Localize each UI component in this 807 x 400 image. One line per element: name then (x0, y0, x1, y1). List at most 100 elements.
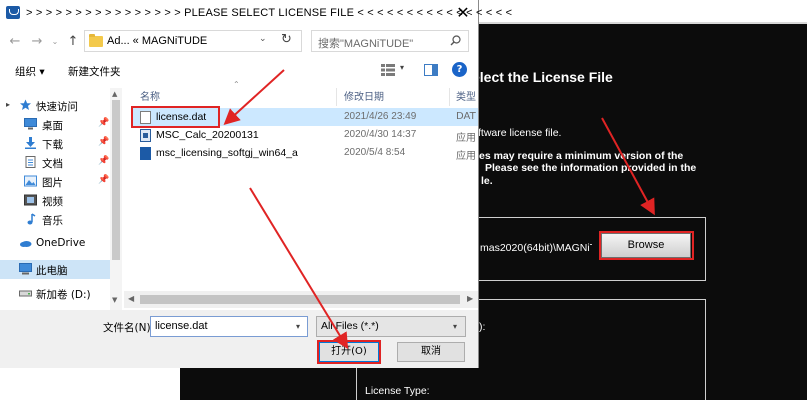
dialog-title: > > > > > > > > > > > > > > > > PLEASE S… (26, 7, 513, 19)
document-icon (25, 156, 36, 168)
help-icon[interactable]: ? (452, 62, 467, 77)
nav-label: 文档 (42, 158, 63, 170)
nav-item-music[interactable]: 音乐 (0, 210, 110, 229)
file-modified: 2020/5/4 8:54 (344, 147, 406, 158)
filename-dropdown-icon[interactable]: ▾ (296, 322, 300, 331)
installer-heading: elect the License File (472, 69, 613, 85)
filter-dropdown-icon[interactable]: ▾ (453, 322, 457, 331)
forward-arrow-icon[interactable]: → (28, 33, 46, 51)
file-row-msc-calc[interactable]: MSC_Calc_20200131 2020/4/30 14:37 应用 (132, 126, 478, 144)
browse-highlight-box (599, 231, 694, 260)
column-header-name[interactable]: 名称 (140, 88, 160, 106)
file-modified: 2020/4/30 14:37 (344, 129, 417, 140)
file-type-filter[interactable]: All Files (*.*) (316, 316, 466, 337)
open-highlight-box (317, 340, 381, 364)
back-arrow-icon[interactable]: ← (6, 33, 24, 51)
nav-item-this-pc[interactable]: 此电脑 (0, 260, 110, 279)
pin-icon[interactable]: 📌 (98, 118, 109, 128)
scroll-up-icon[interactable]: ▲ (112, 90, 117, 98)
address-path[interactable]: Ad... « MAGNiTUDE (107, 35, 207, 47)
license-path-field[interactable]: mas2020(64bit)\MAGNiTUDE (480, 242, 592, 254)
scroll-right-icon[interactable]: ▶ (467, 294, 473, 303)
nav-label: 音乐 (42, 215, 63, 227)
nav-item-documents[interactable]: 文档 📌 (0, 153, 110, 172)
refresh-icon[interactable]: ↻ (281, 32, 292, 47)
file-row-msc-licensing[interactable]: msc_licensing_softgj_win64_a 2020/5/4 8:… (132, 144, 478, 162)
filename-input[interactable]: license.dat (150, 316, 308, 337)
download-icon (25, 137, 36, 149)
view-options-icon[interactable] (381, 64, 395, 76)
video-icon (24, 194, 37, 206)
nav-item-quick-access[interactable]: ▸ 快速访问 (0, 96, 110, 115)
nav-label: 图片 (42, 177, 63, 189)
view-dropdown-icon[interactable]: ▾ (400, 63, 404, 72)
horizontal-scrollbar[interactable]: ◀ ▶ (124, 291, 478, 308)
organize-button[interactable]: 组织 ▾ (15, 64, 45, 79)
navigation-pane: ▸ 快速访问 桌面 📌 下载 📌 文档 📌 图片 📌 视频 音乐 OneDriv… (0, 88, 122, 310)
installer-text-line3: Please see the information provided in t… (485, 162, 697, 174)
preview-pane-icon[interactable] (424, 64, 438, 76)
nav-item-pictures[interactable]: 图片 📌 (0, 172, 110, 191)
star-icon (20, 99, 31, 110)
installer-text-line2: es may require a minimum version of the (479, 150, 684, 162)
picture-icon (24, 175, 37, 187)
nav-label: 快速访问 (36, 101, 78, 113)
folder-icon (89, 34, 103, 47)
scroll-down-icon[interactable]: ▼ (112, 296, 117, 304)
file-type: 应用 (456, 151, 476, 162)
horizontal-scrollbar-thumb[interactable] (140, 295, 460, 304)
column-header-modified[interactable]: 修改日期 (344, 88, 384, 106)
nav-label: 新加卷 (D:) (36, 289, 91, 301)
column-separator[interactable] (336, 88, 337, 106)
cancel-button[interactable]: 取消 (397, 342, 465, 362)
installer-text-line4: le. (481, 175, 493, 187)
file-type: 应用 (456, 133, 476, 144)
application-icon (140, 129, 151, 142)
nav-item-videos[interactable]: 视频 (0, 191, 110, 210)
nav-item-drive-d[interactable]: 新加卷 (D:) (0, 284, 110, 303)
new-folder-button[interactable]: 新建文件夹 (68, 64, 121, 79)
dialog-footer: 文件名(N): license.dat ▾ All Files (*.*) ▾ … (0, 310, 478, 368)
dialog-title-bar: > > > > > > > > > > > > > > > > PLEASE S… (0, 0, 512, 28)
file-name: MSC_Calc_20200131 (156, 129, 259, 141)
license-type-label: License Type: (365, 385, 430, 397)
search-input[interactable]: 搜索"MAGNiTUDE" (311, 30, 469, 52)
nav-label: 下载 (42, 139, 63, 151)
search-placeholder: 搜索"MAGNiTUDE" (318, 38, 414, 50)
address-bar[interactable]: Ad... « MAGNiTUDE ⌄ ↻ (84, 30, 302, 52)
up-arrow-icon[interactable]: ↑ (64, 33, 82, 51)
nav-label: 视频 (42, 196, 63, 208)
computer-icon (19, 263, 32, 275)
expand-chevron-icon[interactable]: ▸ (6, 100, 10, 109)
nav-label: 桌面 (42, 120, 63, 132)
column-header-type[interactable]: 类型 (456, 88, 476, 106)
file-type: DAT (456, 111, 476, 122)
close-button[interactable]: ✕ (450, 2, 476, 26)
app-icon (6, 6, 20, 19)
nav-item-onedrive[interactable]: OneDrive (0, 234, 110, 253)
music-icon (27, 213, 36, 225)
file-open-dialog: > > > > > > > > > > > > > > > > PLEASE S… (0, 0, 512, 368)
nav-scrollbar-thumb[interactable] (112, 100, 120, 260)
file-name: msc_licensing_softgj_win64_a (156, 147, 298, 159)
installer-text-line1: ftware license file. (478, 127, 562, 139)
scroll-left-icon[interactable]: ◀ (128, 294, 134, 303)
file-modified: 2021/4/26 23:49 (344, 111, 417, 122)
column-separator[interactable] (449, 88, 450, 106)
address-dropdown-icon[interactable]: ⌄ (259, 34, 267, 44)
screenshot-stage: elect the License File ftware license fi… (0, 0, 807, 400)
license-file-highlight-box (131, 106, 220, 128)
nav-item-desktop[interactable]: 桌面 📌 (0, 115, 110, 134)
recent-dropdown-icon[interactable]: ⌄ (46, 33, 64, 51)
nav-label: OneDrive (36, 237, 86, 249)
pin-icon[interactable]: 📌 (98, 175, 109, 185)
nav-item-downloads[interactable]: 下载 📌 (0, 134, 110, 153)
pin-icon[interactable]: 📌 (98, 137, 109, 147)
cloud-icon (20, 241, 32, 247)
drive-icon (19, 290, 32, 297)
filename-label: 文件名(N): (103, 322, 155, 334)
application-icon (140, 147, 151, 160)
pin-icon[interactable]: 📌 (98, 156, 109, 166)
search-icon[interactable] (450, 35, 461, 46)
installer-side-label: ): (479, 321, 486, 333)
